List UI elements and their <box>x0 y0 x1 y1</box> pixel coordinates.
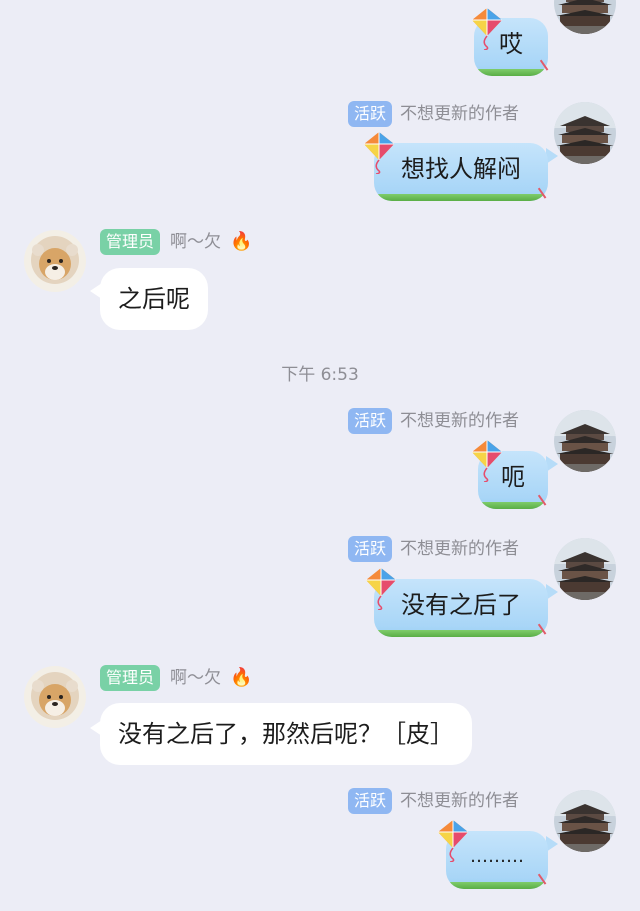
avatar-author[interactable] <box>554 538 616 600</box>
message-bubble[interactable]: 想找人解闷 <box>374 143 548 201</box>
avatar-author[interactable] <box>554 790 616 852</box>
sender-name[interactable]: 不想更新的作者 <box>400 101 519 127</box>
avatar-admin[interactable] <box>24 230 86 292</box>
avatar-admin[interactable] <box>24 666 86 728</box>
message-bubble[interactable]: 没有之后了 <box>374 579 548 637</box>
kite-sticker-icon <box>436 818 470 862</box>
sender-name[interactable]: 不想更新的作者 <box>400 788 519 814</box>
fire-icon: 🔥 <box>230 667 253 688</box>
message-text: 没有之后了 <box>401 591 521 619</box>
kite-sticker-icon <box>364 566 398 610</box>
status-badge: 活跃 <box>348 408 393 434</box>
timestamp: 下午 6:53 <box>281 365 359 385</box>
sender-name[interactable]: 不想更新的作者 <box>400 536 519 562</box>
kite-sticker-icon <box>362 130 396 174</box>
message-bubble[interactable]: 之后呢 <box>100 268 208 330</box>
fire-icon: 🔥 <box>230 231 253 252</box>
status-badge: 活跃 <box>348 788 393 814</box>
role-badge: 管理员 <box>100 665 161 691</box>
status-badge: 活跃 <box>348 101 393 127</box>
sender-name[interactable]: 啊～欠 <box>170 665 221 691</box>
sender-name[interactable]: 啊～欠 <box>170 229 221 255</box>
role-badge: 管理员 <box>100 229 161 255</box>
avatar-author[interactable] <box>554 0 616 34</box>
kite-sticker-icon <box>470 6 504 50</box>
status-badge: 活跃 <box>348 536 393 562</box>
kite-sticker-icon <box>470 438 504 482</box>
grass-decoration <box>374 194 548 201</box>
avatar-author[interactable] <box>554 410 616 472</box>
message-text: 想找人解闷 <box>401 155 521 183</box>
sender-name[interactable]: 不想更新的作者 <box>400 408 519 434</box>
grass-decoration <box>374 630 548 637</box>
message-bubble[interactable]: 没有之后了，那然后呢？［皮］ <box>100 703 472 765</box>
avatar-author[interactable] <box>554 102 616 164</box>
